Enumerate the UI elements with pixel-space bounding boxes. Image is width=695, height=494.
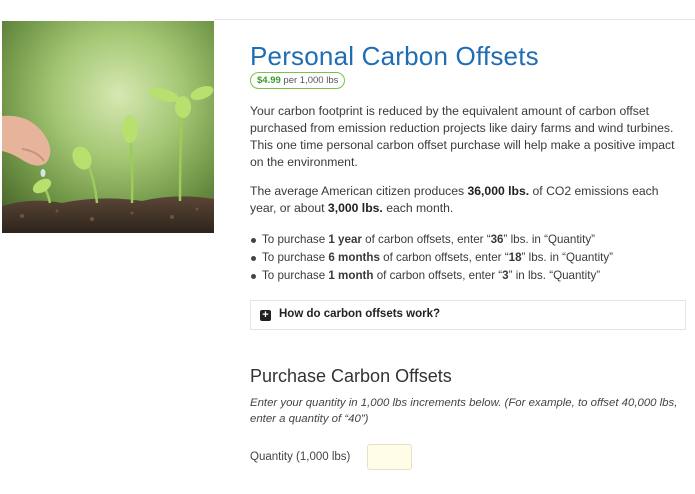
bullet-period: 6 months — [328, 251, 380, 264]
bullet-text: of carbon offsets, enter “ — [379, 251, 509, 264]
bullet-text: To purchase — [262, 233, 329, 246]
emissions-paragraph: The average American citizen produces 36… — [250, 183, 686, 217]
price-amount: $4.99 — [257, 75, 281, 86]
price-unit: per 1,000 lbs — [283, 75, 339, 86]
purchase-guide-list: To purchase 1 year of carbon offsets, en… — [250, 231, 690, 285]
bullet-text: To purchase — [262, 269, 329, 282]
bullet-text: ” in lbs. “Quantity” — [508, 269, 601, 282]
quantity-input[interactable] — [367, 444, 412, 470]
list-item: To purchase 1 year of carbon offsets, en… — [250, 231, 690, 249]
description-paragraph: Your carbon footprint is reduced by the … — [250, 104, 675, 169]
price-badge: $4.99 per 1,000 lbs — [250, 72, 346, 89]
top-divider — [215, 19, 695, 20]
list-item: To purchase 6 months of carbon offsets, … — [250, 249, 690, 267]
faq-accordion-toggle[interactable]: + How do carbon offsets work? — [250, 300, 686, 330]
emissions-yearly: 36,000 lbs. — [467, 184, 530, 198]
bullet-text: ” lbs. in “Quantity” — [503, 233, 596, 246]
product-image — [2, 21, 214, 233]
bullet-quantity: 18 — [508, 251, 522, 264]
emissions-monthly: 3,000 lbs. — [327, 201, 383, 215]
faq-label: How do carbon offsets work? — [279, 308, 441, 320]
quantity-label: Quantity (1,000 lbs) — [250, 451, 351, 463]
bullet-quantity: 36 — [490, 233, 504, 246]
bullet-text: To purchase — [262, 251, 329, 264]
purchase-section-title: Purchase Carbon Offsets — [250, 365, 452, 386]
list-item: To purchase 1 month of carbon offsets, e… — [250, 267, 690, 285]
product-title: Personal Carbon Offsets — [250, 41, 539, 72]
bullet-text: ” lbs. in “Quantity” — [521, 251, 614, 264]
emissions-text-3: each month. — [382, 201, 454, 215]
bullet-period: 1 month — [328, 269, 374, 282]
seedlings-illustration — [2, 21, 214, 233]
bullet-text: of carbon offsets, enter “ — [361, 233, 491, 246]
plus-square-icon: + — [260, 310, 271, 321]
emissions-text-1: The average American citizen produces — [250, 184, 468, 198]
quantity-instructions: Enter your quantity in 1,000 lbs increme… — [250, 397, 678, 425]
bullet-text: of carbon offsets, enter “ — [373, 269, 503, 282]
bullet-period: 1 year — [328, 233, 362, 246]
